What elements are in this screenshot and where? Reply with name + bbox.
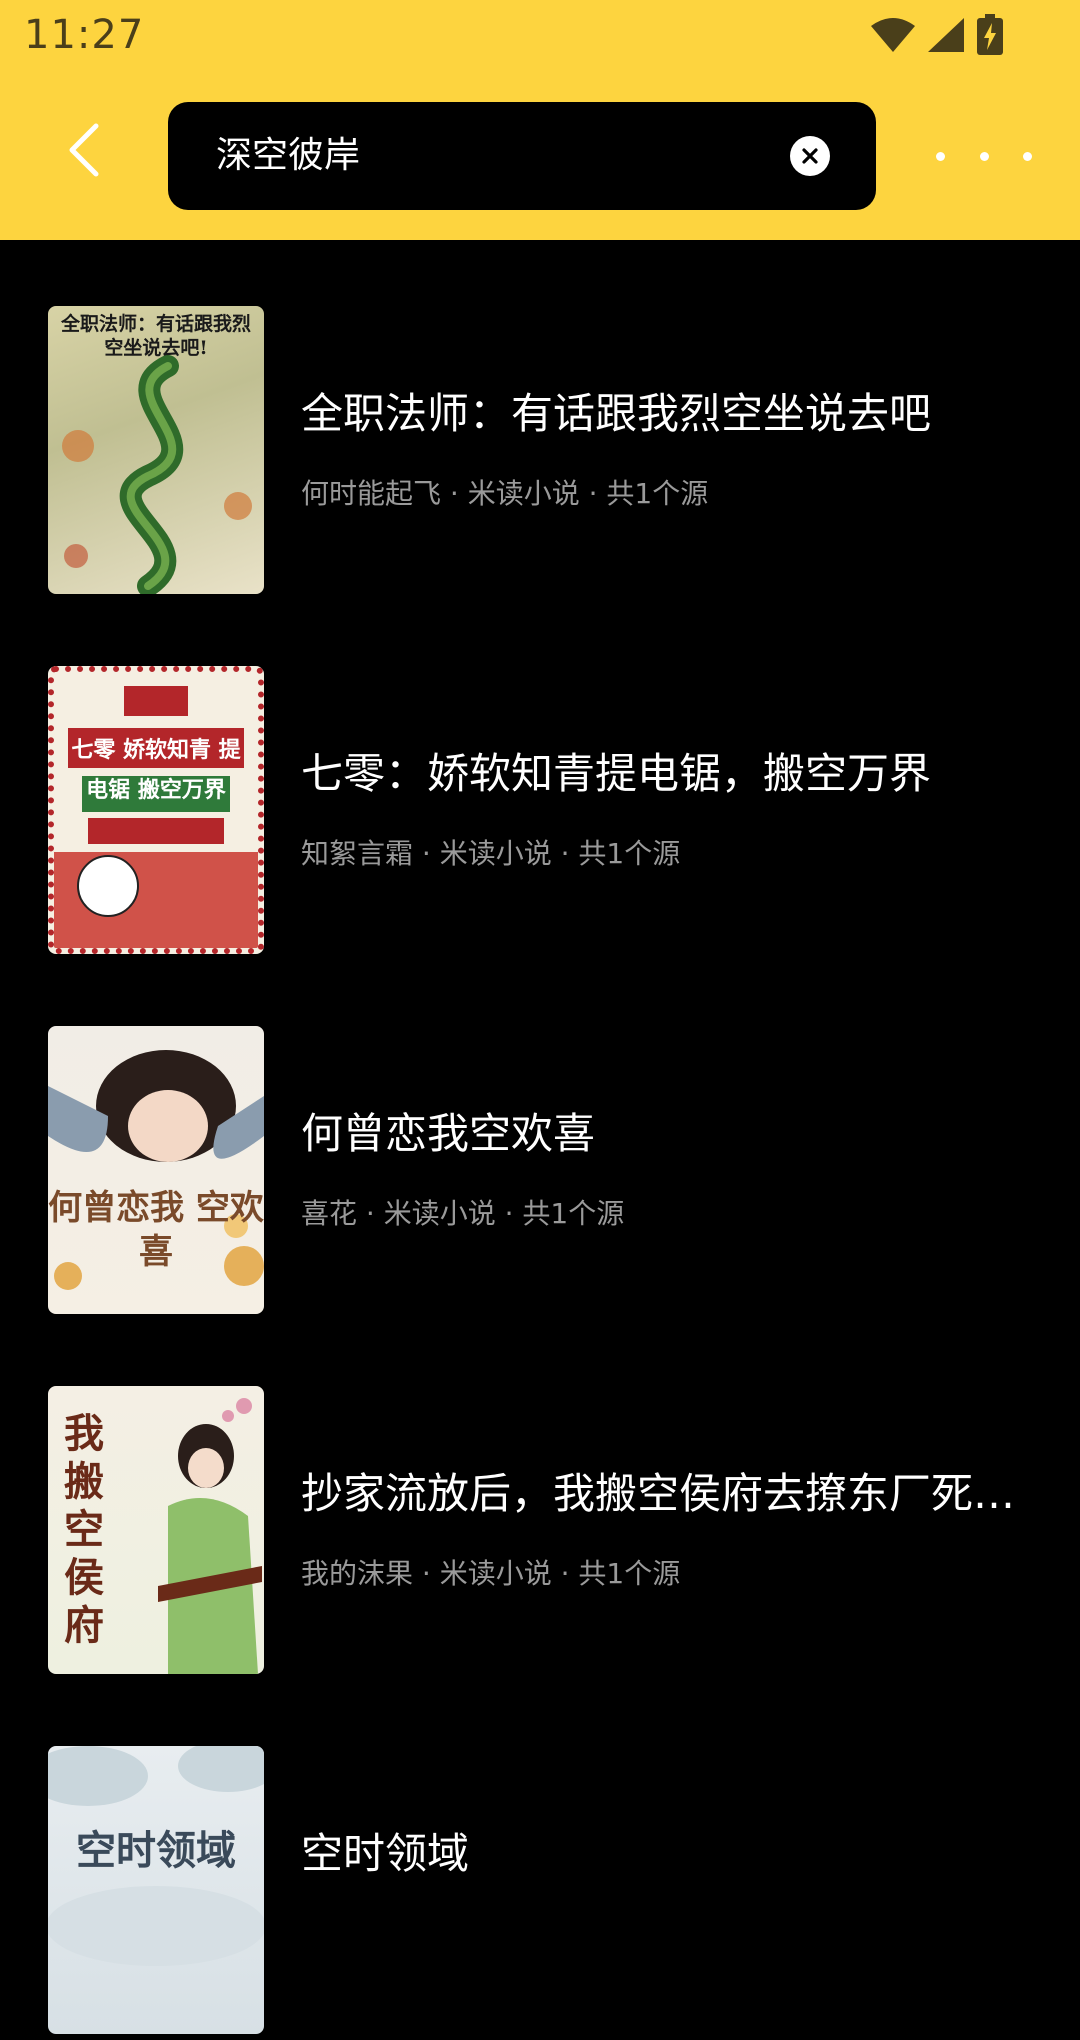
- search-header: 深空彼岸: [0, 72, 1080, 240]
- book-item[interactable]: 我搬空侯府 抄家流放后，我搬空侯府去撩东厂死对头 我的沫果 · 米读小说 · 共…: [0, 1320, 1080, 1680]
- book-item[interactable]: 七零 娇软知青 提电锯 搬空万界 七零：娇软知青提电锯，搬空万界 知絮言霜 · …: [0, 600, 1080, 960]
- search-input[interactable]: 深空彼岸: [168, 102, 876, 210]
- book-title: 何曾恋我空欢喜: [301, 1109, 596, 1158]
- battery-charging-icon: [977, 14, 1003, 55]
- cover-title: 我搬空侯府: [64, 1410, 104, 1649]
- book-meta: 喜花 · 米读小说 · 共1个源: [301, 1197, 625, 1230]
- book-title: 全职法师：有话跟我烈空坐说去吧: [301, 389, 932, 438]
- book-meta: 知絮言霜 · 米读小说 · 共1个源: [301, 837, 681, 870]
- book-meta: 我的沫果 · 米读小说 · 共1个源: [301, 1557, 681, 1590]
- close-icon: [802, 148, 818, 164]
- more-dot: [936, 151, 945, 161]
- book-meta: 何时能起飞 · 米读小说 · 共1个源: [301, 477, 709, 510]
- status-bar: 11:27: [0, 0, 1080, 72]
- search-query[interactable]: 深空彼岸: [216, 128, 360, 184]
- clear-search-button[interactable]: [790, 136, 830, 176]
- book-cover: 何曾恋我 空欢喜: [48, 1026, 264, 1314]
- signal-icon: [928, 18, 964, 52]
- book-item[interactable]: 何曾恋我 空欢喜 何曾恋我空欢喜 喜花 · 米读小说 · 共1个源: [0, 960, 1080, 1320]
- status-icons: [870, 14, 1004, 56]
- chevron-left-icon: [69, 123, 99, 177]
- book-item[interactable]: 空时领域 空时领域: [0, 1680, 1080, 2040]
- book-title: 抄家流放后，我搬空侯府去撩东厂死对头: [301, 1469, 1021, 1518]
- more-dot: [979, 151, 989, 161]
- book-title: 七零：娇软知青提电锯，搬空万界: [301, 749, 932, 798]
- cover-title: 全职法师：有话跟我烈空坐说去吧!: [60, 313, 251, 359]
- cover-title: 何曾恋我 空欢喜: [48, 1188, 264, 1272]
- cover-title: 空时领域: [76, 1827, 236, 1874]
- back-button[interactable]: [52, 112, 116, 188]
- cover-title: 七零 娇软知青 提电锯 搬空万界: [71, 737, 241, 803]
- more-dot: [1023, 151, 1032, 161]
- book-title: 空时领域: [301, 1829, 470, 1878]
- book-cover: 我搬空侯府: [48, 1386, 264, 1674]
- cover-artwork: [48, 1746, 264, 1966]
- status-time: 11:27: [24, 12, 145, 58]
- wifi-icon: [871, 18, 915, 52]
- book-cover: 全职法师：有话跟我烈空坐说去吧!: [48, 306, 264, 594]
- book-cover: 空时领域: [48, 1746, 264, 2034]
- more-options-button[interactable]: [934, 132, 1034, 180]
- book-item[interactable]: 全职法师：有话跟我烈空坐说去吧! 全职法师：有话跟我烈空坐说去吧 何时能起飞 ·…: [0, 240, 1080, 600]
- book-cover: 七零 娇软知青 提电锯 搬空万界: [48, 666, 264, 954]
- cover-artwork: [54, 686, 258, 948]
